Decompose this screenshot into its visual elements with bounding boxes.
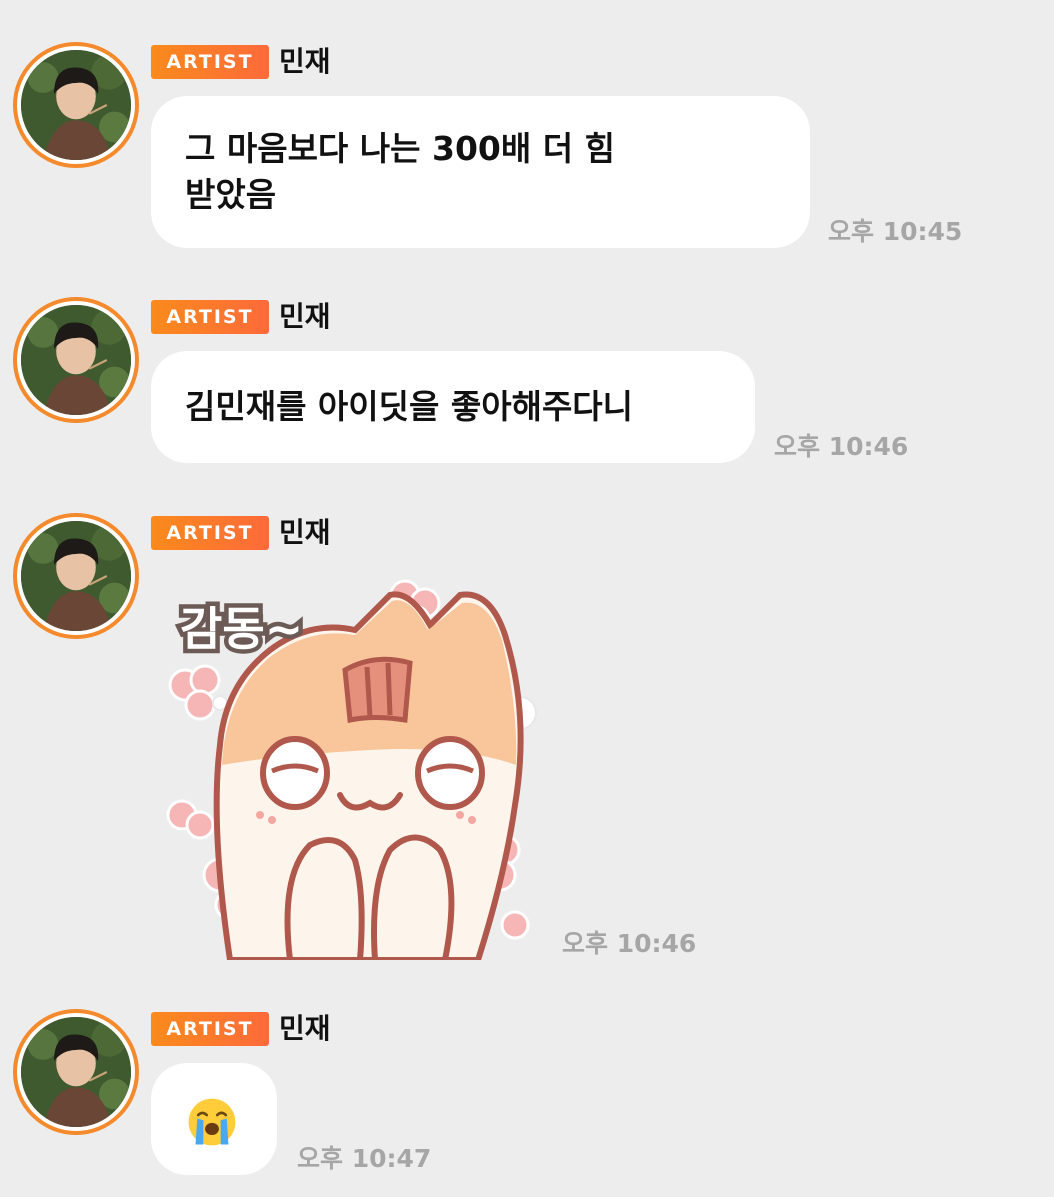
artist-badge: ARTIST xyxy=(151,1012,269,1046)
sticker-caption: 감동~ xyxy=(180,602,303,656)
avatar[interactable] xyxy=(13,1009,139,1135)
artist-badge: ARTIST xyxy=(151,516,269,550)
avatar-photo xyxy=(21,305,131,415)
sender-name[interactable]: 민재 xyxy=(279,516,331,550)
message-time: 오후 10:46 xyxy=(774,432,909,461)
avatar[interactable] xyxy=(13,297,139,423)
loudly-crying-face-icon xyxy=(188,1098,236,1146)
avatar[interactable] xyxy=(13,513,139,639)
message-text-line: 받았음 xyxy=(185,175,277,214)
message-bubble[interactable]: 그 마음보다 나는 300배 더 힘 받았음 xyxy=(151,96,810,248)
sender-name[interactable]: 민재 xyxy=(279,1012,331,1046)
message-text: 김민재를 아이딧을 좋아해주다니 xyxy=(185,387,634,426)
avatar-photo xyxy=(21,50,131,160)
message-time: 오후 10:47 xyxy=(297,1144,432,1173)
cat-sticker-art: 감동~ xyxy=(166,579,537,963)
message-time: 오후 10:45 xyxy=(828,217,963,246)
message-time: 오후 10:46 xyxy=(562,929,697,958)
sender-name[interactable]: 민재 xyxy=(279,300,331,334)
avatar-photo xyxy=(21,521,131,631)
message-bubble[interactable]: 김민재를 아이딧을 좋아해주다니 xyxy=(151,351,755,463)
avatar[interactable] xyxy=(13,42,139,168)
message-text-line: 그 마음보다 나는 300배 더 힘 xyxy=(185,129,615,168)
sender-name[interactable]: 민재 xyxy=(279,45,331,79)
artist-badge: ARTIST xyxy=(151,300,269,334)
artist-badge: ARTIST xyxy=(151,45,269,79)
avatar-photo xyxy=(21,1017,131,1127)
crying-cat-sticker[interactable]: 감동~ xyxy=(160,575,540,963)
message-bubble[interactable] xyxy=(151,1063,277,1175)
